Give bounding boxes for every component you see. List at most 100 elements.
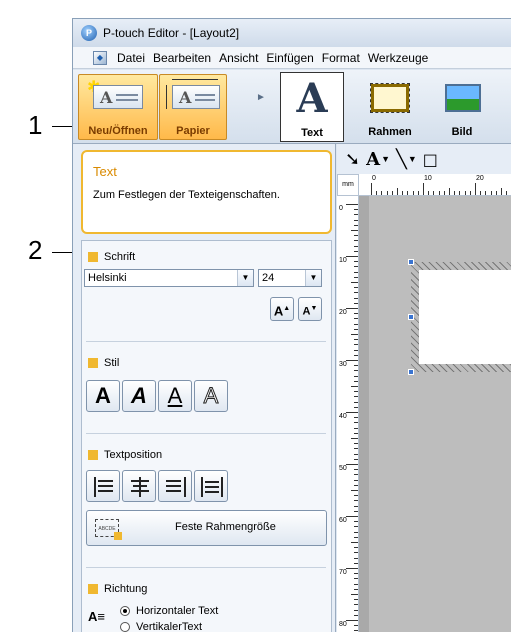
ruler-tick bbox=[412, 191, 414, 195]
ruler-tick bbox=[354, 266, 358, 268]
vertical-radio[interactable] bbox=[120, 622, 130, 632]
ruler-label: 30 bbox=[339, 361, 347, 368]
new-open-button[interactable]: ✱ A Neu/Öffnen bbox=[78, 74, 158, 140]
bold-button[interactable]: A bbox=[86, 380, 120, 412]
menu-datei[interactable]: Datei bbox=[113, 51, 149, 65]
font-size-combo[interactable]: 24 ▼ bbox=[258, 269, 322, 287]
resize-handle[interactable] bbox=[408, 259, 414, 265]
underline-button[interactable]: A bbox=[158, 380, 192, 412]
align-right-button[interactable] bbox=[158, 470, 192, 502]
document-icon[interactable]: ◆ bbox=[93, 50, 107, 65]
horizontal-radio[interactable] bbox=[120, 606, 130, 616]
font-section-label: Schrift bbox=[104, 251, 136, 263]
chevron-down-icon[interactable]: ▼ bbox=[381, 154, 390, 164]
ruler-tick bbox=[354, 302, 358, 304]
ruler-tick bbox=[354, 344, 358, 346]
ruler-tick bbox=[354, 396, 358, 398]
text-label: Text bbox=[301, 127, 323, 139]
text-direction-icon: A≡ bbox=[88, 609, 105, 624]
text-button[interactable]: A Text bbox=[280, 72, 344, 142]
outline-button[interactable]: A bbox=[194, 380, 228, 412]
ruler-tick bbox=[428, 191, 430, 195]
text-tool-icon[interactable]: A bbox=[366, 149, 380, 170]
line-tool-icon[interactable]: ╲ bbox=[396, 149, 407, 170]
align-left-button[interactable] bbox=[86, 470, 120, 502]
ruler-tick bbox=[354, 318, 358, 320]
vertical-text-option[interactable]: VertikalerText bbox=[120, 621, 202, 632]
ribbon-expand-arrow-icon[interactable]: ► bbox=[256, 92, 266, 103]
menu-bearbeiten[interactable]: Bearbeiten bbox=[149, 51, 215, 65]
window-title: P-touch Editor - [Layout2] bbox=[103, 26, 240, 40]
ruler-tick bbox=[381, 191, 383, 195]
ruler-tick bbox=[354, 292, 358, 294]
separator bbox=[86, 341, 326, 342]
separator bbox=[86, 433, 326, 434]
ruler-tick bbox=[346, 412, 358, 413]
ruler-tick bbox=[354, 276, 358, 278]
chevron-down-icon[interactable]: ▼ bbox=[408, 154, 417, 164]
section-bullet-icon bbox=[88, 358, 98, 368]
ruler-tick bbox=[485, 191, 487, 195]
ruler-tick bbox=[346, 516, 358, 517]
ruler-tick bbox=[354, 505, 358, 507]
horizontal-text-option[interactable]: Horizontaler Text bbox=[120, 605, 218, 617]
resize-handle[interactable] bbox=[408, 314, 414, 320]
menu-format[interactable]: Format bbox=[318, 51, 364, 65]
menu-einfuegen[interactable]: Einfügen bbox=[262, 51, 317, 65]
ruler-tick bbox=[354, 245, 358, 247]
horizontal-ruler: 0 10 20 bbox=[359, 174, 511, 196]
ruler-tick bbox=[354, 323, 358, 325]
menu-ansicht[interactable]: Ansicht bbox=[215, 51, 262, 65]
decrease-font-size-button[interactable]: A▼ bbox=[298, 297, 322, 321]
font-name-combo[interactable]: Helsinki ▼ bbox=[84, 269, 254, 287]
ruler-label: 80 bbox=[339, 621, 347, 628]
text-properties-panel: Schrift Helsinki ▼ 24 ▼ A▲ A▼ Stil A A A… bbox=[81, 240, 332, 632]
paper-label: Papier bbox=[176, 125, 210, 137]
resize-handle[interactable] bbox=[408, 369, 414, 375]
fixed-frame-size-button[interactable]: ABCDE Feste Rahmengröße bbox=[86, 510, 327, 546]
ruler-tick bbox=[354, 609, 358, 611]
new-open-label: Neu/Öffnen bbox=[88, 125, 148, 137]
ruler-tick bbox=[354, 614, 358, 616]
ruler-tick bbox=[501, 188, 502, 195]
ruler-tick bbox=[475, 183, 476, 195]
image-label: Bild bbox=[451, 126, 473, 138]
direction-section-heading: Richtung bbox=[88, 583, 147, 595]
menu-werkzeuge[interactable]: Werkzeuge bbox=[364, 51, 432, 65]
ruler-tick bbox=[351, 438, 358, 439]
ruler-tick bbox=[354, 219, 358, 221]
select-arrow-icon[interactable]: ➘ bbox=[345, 149, 360, 170]
chevron-down-icon[interactable]: ▼ bbox=[237, 270, 253, 286]
ruler-tick bbox=[354, 417, 358, 419]
text-a-icon: A bbox=[296, 75, 328, 122]
ruler-tick bbox=[449, 188, 450, 195]
paper-button[interactable]: A Papier bbox=[159, 74, 227, 140]
ruler-tick bbox=[354, 406, 358, 408]
ruler-tick bbox=[438, 191, 440, 195]
image-button[interactable]: Bild bbox=[427, 74, 497, 140]
ruler-tick bbox=[464, 191, 466, 195]
align-center-button[interactable] bbox=[122, 470, 156, 502]
ruler-tick bbox=[354, 443, 358, 445]
ruler-tick bbox=[480, 191, 482, 195]
ruler-tick bbox=[354, 339, 358, 341]
title-bar: P P-touch Editor - [Layout2] bbox=[73, 19, 511, 47]
chevron-down-icon[interactable]: ▼ bbox=[305, 270, 321, 286]
ruler-tick bbox=[354, 510, 358, 512]
text-position-section-label: Textposition bbox=[104, 449, 163, 461]
increase-font-size-button[interactable]: A▲ bbox=[270, 297, 294, 321]
ruler-label: 20 bbox=[339, 309, 347, 316]
rectangle-tool-icon[interactable]: □ bbox=[423, 150, 438, 169]
properties-pane: Text Zum Festlegen der Texteigenschaften… bbox=[73, 144, 336, 632]
text-object[interactable] bbox=[419, 270, 511, 364]
vertical-ruler: 0 10 20 30 40 50 60 70 80 bbox=[337, 196, 359, 632]
italic-button[interactable]: A bbox=[122, 380, 156, 412]
ruler-unit: mm bbox=[337, 174, 359, 196]
ruler-tick bbox=[351, 334, 358, 335]
new-layout-icon: A bbox=[93, 85, 143, 109]
frame-button[interactable]: Rahmen bbox=[359, 74, 421, 140]
ruler-tick bbox=[354, 562, 358, 564]
ruler-tick bbox=[346, 620, 358, 621]
ruler-tick bbox=[354, 547, 358, 549]
justify-button[interactable] bbox=[194, 470, 228, 502]
